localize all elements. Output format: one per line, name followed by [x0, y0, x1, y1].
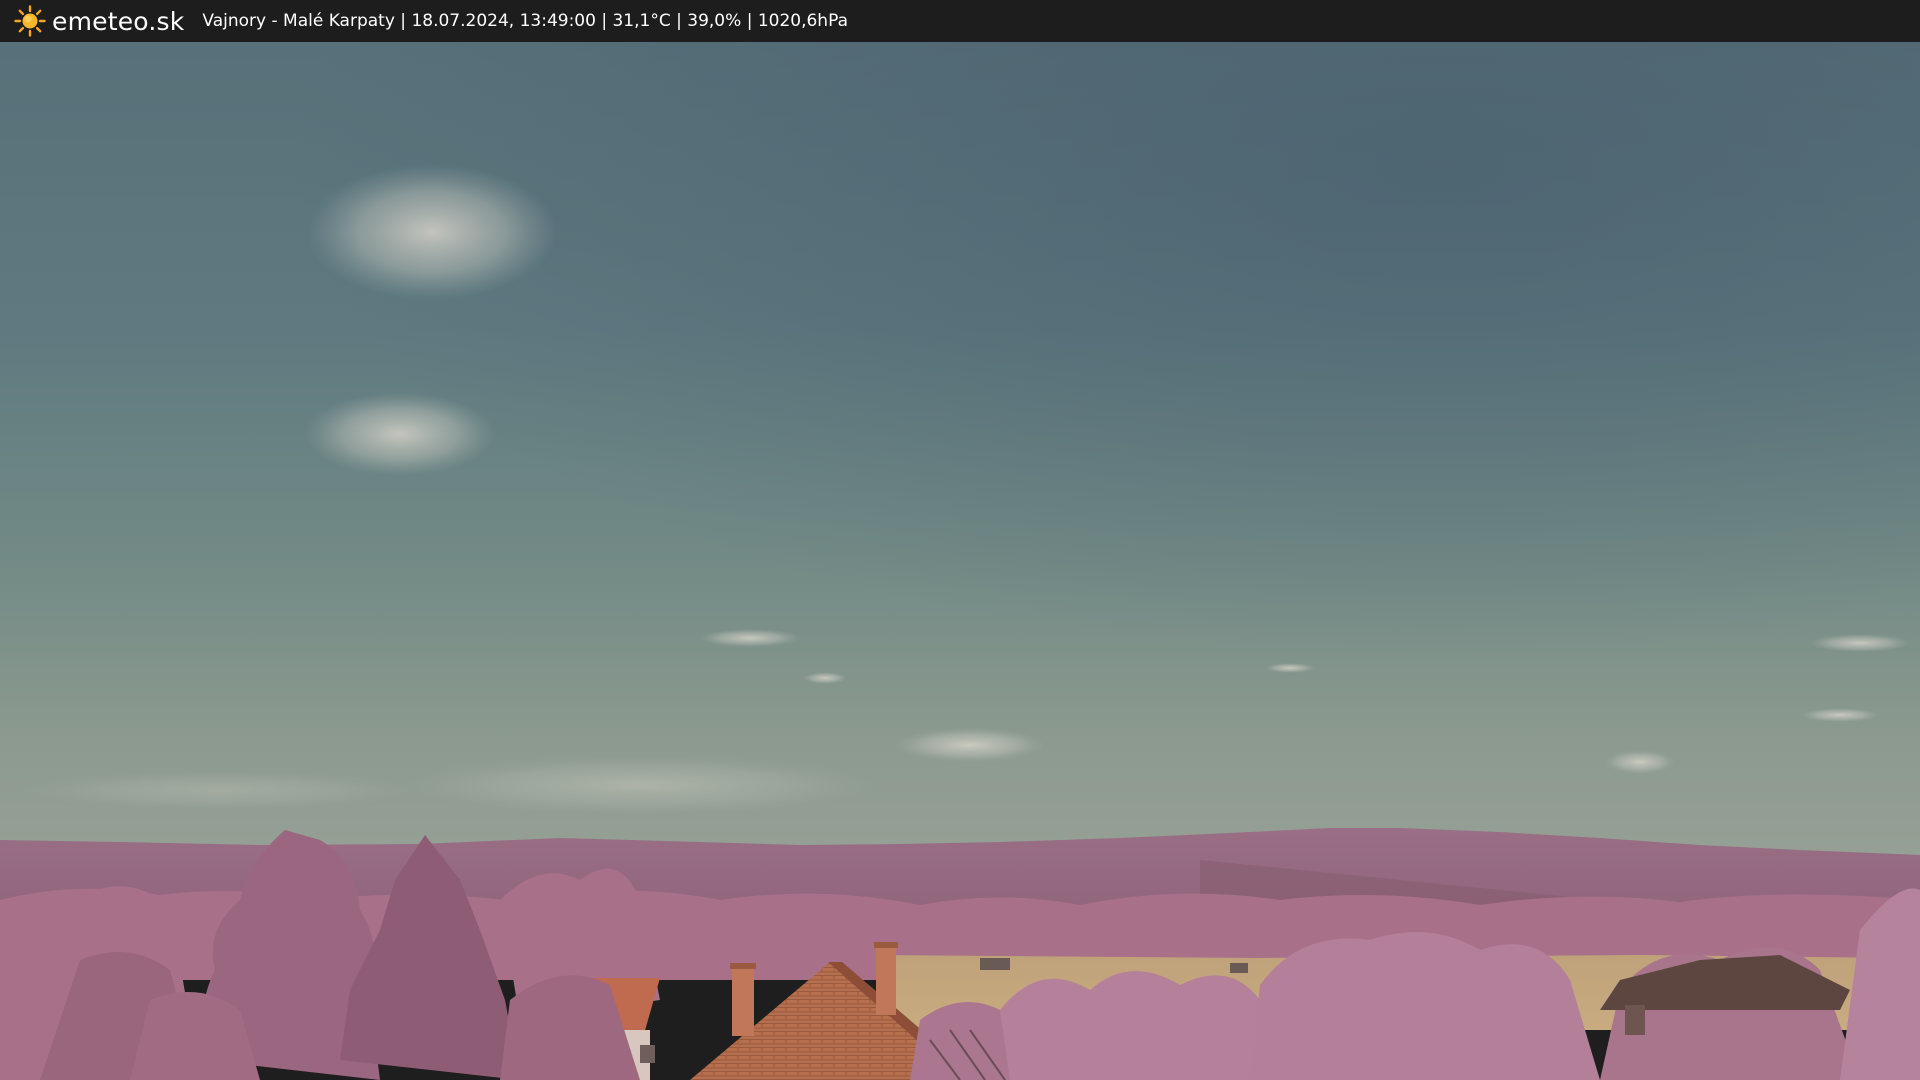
datetime-label: 18.07.2024, 13:49:00 [411, 11, 596, 31]
brand-name: emeteo.sk [52, 6, 185, 36]
caption-bar: emeteo.sk Vajnory - Malé Karpaty | 18.07… [0, 0, 1920, 42]
humidity-label: 39,0% [687, 11, 742, 31]
pressure-label: 1020,6hPa [757, 11, 848, 31]
location-label: Vajnory - Malé Karpaty [202, 11, 395, 31]
emeteo-logo[interactable]: emeteo.sk [14, 0, 184, 42]
webcam-frame: emeteo.sk Vajnory - Malé Karpaty | 18.07… [0, 0, 1920, 1080]
sun-icon [14, 5, 46, 37]
separator: | [746, 11, 753, 31]
webcam-image [0, 42, 1920, 1080]
separator: | [676, 11, 682, 31]
temperature-label: 31,1°C [612, 11, 671, 31]
separator: | [400, 11, 407, 31]
weather-caption: Vajnory - Malé Karpaty | 18.07.2024, 13:… [202, 11, 848, 31]
separator: | [601, 11, 608, 31]
